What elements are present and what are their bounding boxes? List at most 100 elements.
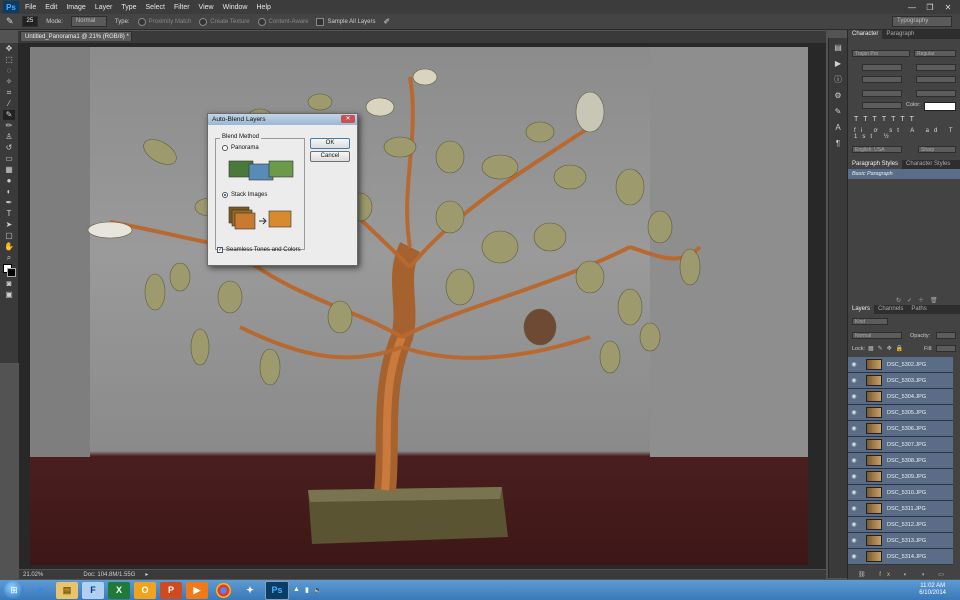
seamless-tones-checkbox[interactable]: ✓ Seamless Tones and Colors bbox=[217, 247, 301, 253]
status-arrow-icon[interactable]: ▸ bbox=[145, 571, 148, 578]
text-color-swatch[interactable] bbox=[924, 102, 956, 111]
ftp-icon[interactable]: F bbox=[82, 581, 104, 599]
doc-size[interactable]: Doc: 104.8M/1.55G bbox=[83, 572, 135, 578]
proximity-match-radio[interactable]: Proximity Match bbox=[137, 17, 191, 26]
menu-filter[interactable]: Filter bbox=[174, 4, 190, 11]
layer-row[interactable]: ◉ DSC_5305.JPG bbox=[848, 405, 953, 421]
dodge-tool-icon[interactable]: ◐ bbox=[3, 187, 15, 197]
layer-row[interactable]: ◉ DSC_5306.JPG bbox=[848, 421, 953, 437]
gradient-tool-icon[interactable]: ▦ bbox=[3, 165, 15, 175]
visibility-eye-icon[interactable]: ◉ bbox=[848, 377, 860, 384]
properties-icon[interactable]: ⚙ bbox=[832, 90, 844, 102]
visibility-eye-icon[interactable]: ◉ bbox=[848, 489, 860, 496]
leading-field[interactable] bbox=[916, 64, 956, 71]
text-style-buttons[interactable]: TTTTTTT bbox=[854, 116, 919, 123]
layer-row[interactable]: ◉ DSC_5302.JPG bbox=[848, 357, 953, 373]
tray-arrow-icon[interactable]: ▲ bbox=[293, 586, 300, 594]
info-icon[interactable]: ⓘ bbox=[832, 74, 844, 86]
dialog-close-icon[interactable]: ✕ bbox=[341, 115, 355, 123]
document-image[interactable] bbox=[30, 47, 808, 565]
layer-row[interactable]: ◉ DSC_5303.JPG bbox=[848, 373, 953, 389]
network-icon[interactable]: ▮ bbox=[305, 586, 309, 594]
menu-type[interactable]: Type bbox=[121, 4, 136, 11]
font-style-select[interactable]: Regular bbox=[914, 50, 956, 57]
menu-file[interactable]: File bbox=[25, 4, 36, 11]
visibility-eye-icon[interactable]: ◉ bbox=[848, 553, 860, 560]
visibility-eye-icon[interactable]: ◉ bbox=[848, 473, 860, 480]
language-select[interactable]: English: USA bbox=[852, 146, 902, 153]
pen-tool-icon[interactable]: ✒ bbox=[3, 198, 15, 208]
blur-tool-icon[interactable]: ● bbox=[3, 176, 15, 186]
visibility-eye-icon[interactable]: ◉ bbox=[848, 425, 860, 432]
eraser-tool-icon[interactable]: ▭ bbox=[3, 154, 15, 164]
layer-row[interactable]: ◉ DSC_5309.JPG bbox=[848, 469, 953, 485]
volume-icon[interactable]: 🔈 bbox=[314, 586, 323, 594]
paragraph-icon[interactable]: ¶ bbox=[832, 138, 844, 150]
visibility-eye-icon[interactable]: ◉ bbox=[848, 393, 860, 400]
layer-row[interactable]: ◉ DSC_5314.JPG bbox=[848, 549, 953, 565]
menu-edit[interactable]: Edit bbox=[45, 4, 57, 11]
screen-mode-icon[interactable]: ▣ bbox=[3, 290, 15, 300]
color-swatches-icon[interactable] bbox=[3, 264, 16, 278]
visibility-eye-icon[interactable]: ◉ bbox=[848, 441, 860, 448]
tab-channels[interactable]: Channels bbox=[874, 305, 907, 314]
sample-all-layers-checkbox[interactable]: Sample All Layers bbox=[316, 17, 376, 26]
layer-row[interactable]: ◉ DSC_5313.JPG bbox=[848, 533, 953, 549]
brush-tool-icon[interactable]: ✏ bbox=[3, 121, 15, 131]
opacity-field[interactable] bbox=[936, 332, 956, 339]
seamless-checkbox-box[interactable]: ✓ bbox=[217, 247, 223, 253]
cancel-button[interactable]: Cancel bbox=[310, 151, 350, 162]
type-tool-icon[interactable]: T bbox=[3, 209, 15, 219]
ie-icon[interactable]: e bbox=[30, 582, 52, 599]
menu-layer[interactable]: Layer bbox=[95, 4, 113, 11]
photoshop-taskbar-icon[interactable]: Ps bbox=[265, 580, 289, 600]
tab-layers[interactable]: Layers bbox=[848, 305, 875, 314]
media-player-icon[interactable]: ▶ bbox=[186, 581, 208, 599]
menu-select[interactable]: Select bbox=[146, 4, 165, 11]
layer-row[interactable]: ◉ DSC_5307.JPG bbox=[848, 437, 953, 453]
tracking-field[interactable] bbox=[916, 76, 956, 83]
horizontal-scale-field[interactable] bbox=[916, 90, 956, 97]
mode-select[interactable]: Normal bbox=[70, 16, 107, 27]
filter-kind-select[interactable]: Kind bbox=[852, 318, 888, 325]
content-aware-radio[interactable]: Content-Aware bbox=[257, 17, 308, 26]
chrome-icon[interactable] bbox=[216, 582, 231, 598]
tab-paragraph-styles[interactable]: Paragraph Styles bbox=[848, 160, 903, 169]
stack-images-radio[interactable]: Stack Images bbox=[222, 192, 267, 198]
explorer-icon[interactable]: ▤ bbox=[56, 581, 78, 599]
baseline-shift-field[interactable] bbox=[862, 102, 902, 109]
style-item-basic-paragraph[interactable]: Basic Paragraph bbox=[848, 169, 960, 179]
document-tab[interactable]: Untitled_Panorama1 @ 21% (RGB/8) * bbox=[20, 31, 132, 41]
visibility-eye-icon[interactable]: ◉ bbox=[848, 457, 860, 464]
visibility-eye-icon[interactable]: ◉ bbox=[848, 505, 860, 512]
font-size-field[interactable] bbox=[862, 64, 902, 71]
menu-image[interactable]: Image bbox=[66, 4, 85, 11]
font-family-select[interactable]: Trajan Pro bbox=[852, 50, 910, 57]
lasso-tool-icon[interactable]: ◌ bbox=[3, 66, 15, 76]
blend-mode-select[interactable]: Normal bbox=[852, 332, 902, 339]
layer-row[interactable]: ◉ DSC_5304.JPG bbox=[848, 389, 953, 405]
zoom-level[interactable]: 21.02% bbox=[23, 572, 43, 578]
menu-window[interactable]: Window bbox=[223, 4, 248, 11]
quick-select-tool-icon[interactable]: ✧ bbox=[3, 77, 15, 87]
app-icon[interactable]: ✦ bbox=[239, 582, 261, 599]
fill-field[interactable] bbox=[936, 345, 956, 352]
shape-tool-icon[interactable]: ▢ bbox=[3, 231, 15, 241]
minimize-button[interactable]: — bbox=[906, 3, 918, 12]
layer-row[interactable]: ◉ DSC_5311.JPG bbox=[848, 501, 953, 517]
lock-icons[interactable]: ▦✎✥🔒 bbox=[868, 345, 907, 352]
ok-button[interactable]: OK bbox=[310, 138, 350, 149]
visibility-eye-icon[interactable]: ◉ bbox=[848, 521, 860, 528]
clone-stamp-tool-icon[interactable]: ♙ bbox=[3, 132, 15, 142]
outlook-icon[interactable]: O bbox=[134, 581, 156, 599]
zoom-tool-icon[interactable]: ⌕ bbox=[3, 253, 15, 263]
opentype-buttons[interactable]: fi ơ st A ad T 1st ½ bbox=[854, 128, 960, 140]
tab-paths[interactable]: Paths bbox=[907, 305, 930, 314]
history-brush-tool-icon[interactable]: ↺ bbox=[3, 143, 15, 153]
hand-tool-icon[interactable]: ✋ bbox=[3, 242, 15, 252]
panorama-radio-circle[interactable] bbox=[222, 145, 228, 151]
visibility-eye-icon[interactable]: ◉ bbox=[848, 409, 860, 416]
path-select-tool-icon[interactable]: ➤ bbox=[3, 220, 15, 230]
paragraph-styles-footer-icons[interactable]: ↻✓＋🗑 bbox=[896, 295, 944, 304]
menu-help[interactable]: Help bbox=[257, 4, 271, 11]
